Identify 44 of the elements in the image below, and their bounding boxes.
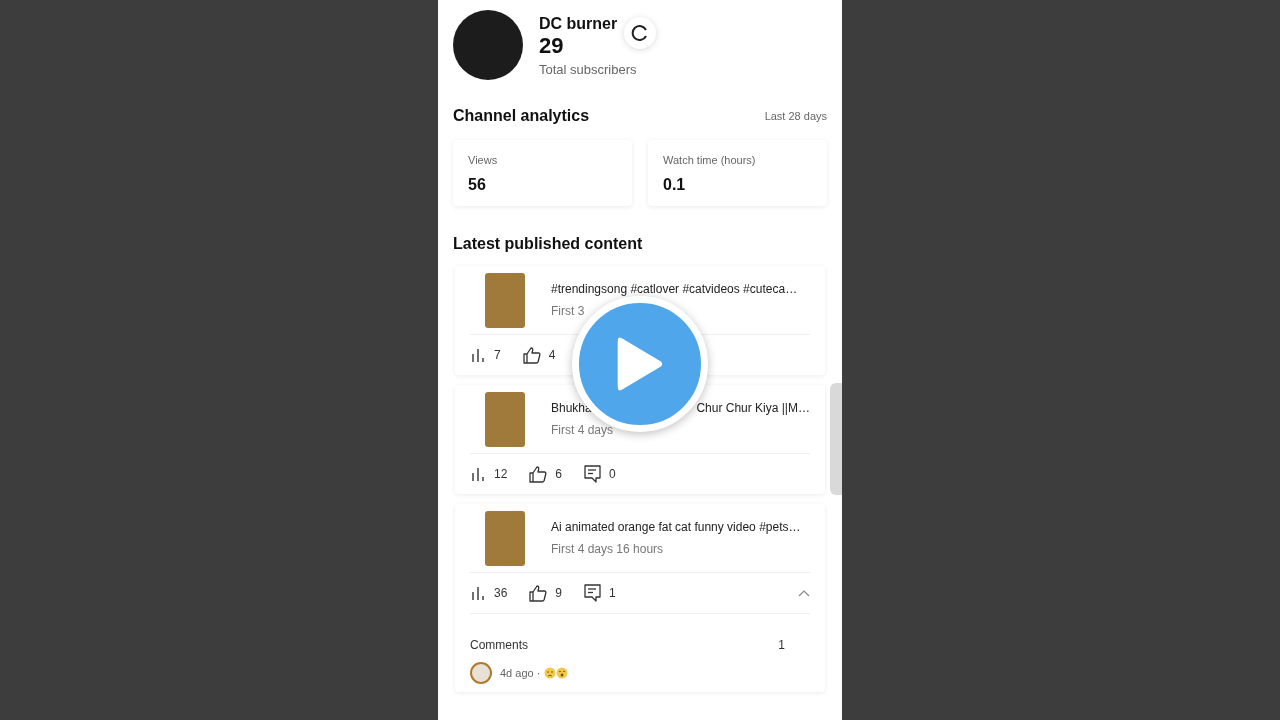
metric-value: 36 — [494, 585, 508, 602]
metric-value: 0 — [609, 466, 616, 483]
bar-chart-icon — [470, 585, 486, 601]
surprised-face-icon — [556, 667, 569, 679]
crying-face-icon — [544, 667, 557, 679]
comments-label: Comments — [470, 637, 528, 654]
photo-placeholder — [485, 272, 525, 328]
video-title: Chur Chur Kiya ||M… — [696, 400, 810, 417]
metric-value: 9 — [555, 585, 563, 602]
subscribers-label: Total subscribers — [539, 60, 637, 79]
bar-chart-icon — [470, 347, 486, 363]
metric-value: 6 — [555, 466, 563, 483]
section-title: Latest published content — [453, 234, 644, 254]
metric-value: 7 — [494, 347, 501, 364]
publish-age: First 4 days 16 hours — [551, 541, 665, 558]
publish-age: First 3 — [551, 303, 586, 320]
stat-value: 0.1 — [663, 174, 687, 195]
period-label: Last 28 days — [764, 108, 827, 124]
metric-value: 12 — [494, 466, 508, 483]
section-title: Channel analytics — [453, 106, 590, 126]
commenter-avatar — [470, 662, 492, 684]
scrollbar[interactable] — [830, 383, 842, 495]
video-title: #trendingsong #catlover #catvideos #cuteca… — [551, 281, 798, 298]
stat-label: Watch time (hours) — [663, 153, 757, 168]
thumbs-up-icon — [522, 346, 541, 364]
photo-placeholder — [485, 510, 525, 566]
thumbs-up-icon — [529, 584, 548, 602]
bar-chart-icon — [470, 466, 486, 482]
thumbs-up-icon — [529, 465, 548, 483]
stat-value: 56 — [468, 174, 487, 195]
photo-placeholder — [485, 391, 525, 447]
comment-icon — [584, 584, 602, 602]
publish-age: First 4 days — [551, 422, 614, 439]
video-title: Ai animated orange fat cat funny video #pets… — [551, 519, 801, 536]
loading-spinner — [624, 17, 656, 49]
comment-time: 4d ago · — [500, 665, 541, 681]
comments-count: 1 — [778, 637, 785, 654]
metric-value: 1 — [609, 585, 616, 602]
metric-value: 4 — [548, 347, 556, 364]
chevron-up-icon[interactable] — [798, 589, 810, 597]
channel-name: DC burner — [539, 14, 619, 34]
subscriber-count: 29 — [539, 33, 565, 60]
comment-icon — [584, 465, 602, 483]
stat-label: Views — [468, 153, 499, 168]
